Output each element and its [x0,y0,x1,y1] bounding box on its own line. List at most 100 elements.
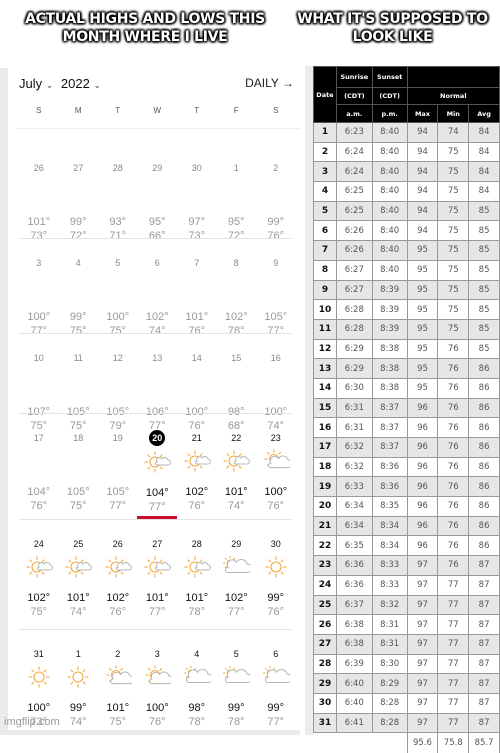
header-blank [406,66,500,88]
calendar-day[interactable]: 17 104° 76° [19,416,59,522]
cell-normal-max: 94 [406,141,439,163]
week-divider [19,333,292,334]
day-number: 21 [191,433,202,443]
calendar-day[interactable]: 14 100° 76° [177,336,217,432]
cell-sunrise: 6:32 [335,437,373,458]
cell-normal-avg: 86 [468,397,500,419]
calendar-day[interactable]: 25 101° 74° [59,522,99,632]
calendar-day[interactable]: 21 102° 76° [177,416,217,522]
high-temp: 100° [27,311,51,323]
calendar-day[interactable]: 3 100° 77° [19,241,59,337]
calendar-day[interactable]: 16 100° 74° [256,336,296,432]
cell-normal-avg: 86 [468,377,500,399]
week-divider [19,629,292,630]
calendar-day[interactable]: 5 100° 75° [98,241,138,337]
cell-date: 10 [313,299,337,320]
cell-sunrise: 6:24 [335,141,373,163]
low-temp: 76° [109,606,127,618]
calendar-day[interactable]: 3 100° 76° [138,632,178,742]
cell-date: 29 [313,673,337,694]
day-number: 30 [191,163,202,173]
week-divider [19,413,292,414]
cell-sunset: 8:29 [371,673,408,694]
calendar-day[interactable]: 19 105° 77° [98,416,138,522]
table-row: 28 6:39 8:30 97 77 87 [313,653,500,675]
weekday-label: W [153,106,162,115]
calendar-day[interactable]: 28 101° 78° [177,522,217,632]
cell-normal-max: 95 [406,240,439,261]
calendar-day[interactable]: 28 93° 71° [98,146,138,242]
calendar-day[interactable]: 6 102° 74° [138,241,178,337]
week-divider [19,238,292,239]
low-temp: 78° [188,606,206,618]
calendar-day-today[interactable]: 20 104° 77° [138,416,178,522]
cell-sunrise: 6:29 [335,338,373,360]
high-temp: 93° [109,216,127,228]
calendar-day[interactable]: 24 102° 75° [19,522,59,632]
cell-sunset: 8:31 [371,614,408,635]
calendar-day[interactable]: 5 99° 78° [217,632,257,742]
day-number: 29 [152,163,163,173]
year-dropdown[interactable]: 2022 ⌄ [61,76,101,91]
cell-date: 15 [313,397,337,419]
table-row: 4 6:25 8:40 94 75 84 [313,181,500,202]
calendar-day[interactable]: 15 98° 68° [217,336,257,432]
cell-normal-avg: 85 [468,259,500,281]
mostly-cloudy-icon [217,664,257,694]
day-number: 7 [194,258,200,268]
high-temp: 105° [66,486,90,498]
cell-sunrise: 6:31 [335,397,373,419]
table-row: 5 6:25 8:40 94 75 85 [313,200,500,222]
day-number: 29 [231,539,242,549]
table-row: 27 6:38 8:31 97 77 87 [313,633,500,655]
calendar-day[interactable]: 26 102° 76° [98,522,138,632]
cell-sunrise: 6:23 [335,122,373,143]
table-row: 7 6:26 8:40 95 75 85 [313,240,500,261]
calendar-day[interactable]: 4 99° 75° [59,241,99,337]
header-sunset: Sunset [371,66,408,88]
calendar-day[interactable]: 1 99° 74° [59,632,99,742]
high-temp: 99° [267,216,285,228]
calendar-day[interactable]: 12 105° 79° [98,336,138,432]
calendar-day[interactable]: 27 101° 77° [138,522,178,632]
table-row: 9 6:27 8:39 95 75 85 [313,279,500,301]
cell-date: 30 [313,692,337,714]
month-dropdown[interactable]: July ⌄ [19,76,53,91]
table-row: 24 6:36 8:33 97 77 87 [313,574,500,596]
calendar-day[interactable]: 2 101° 75° [98,632,138,742]
calendar-day[interactable]: 6 99° 77° [256,632,296,742]
calendar-day[interactable]: 26 101° 73° [19,146,59,242]
calendar-day[interactable]: 22 101° 74° [217,416,257,522]
calendar-day[interactable]: 18 105° 75° [59,416,99,522]
cell-sunset: 8:28 [371,692,408,714]
cell-normal-min: 76 [437,476,470,498]
high-temp: 101° [66,592,90,604]
calendar-day[interactable]: 4 98° 78° [177,632,217,742]
daily-view-button[interactable]: DAILY → [245,76,294,90]
day-number: 1 [233,163,239,173]
cell-normal-max: 96 [406,515,439,537]
calendar-day[interactable]: 29 95° 66° [138,146,178,242]
calendar-day[interactable]: 29 102° 77° [217,522,257,632]
calendar-day[interactable]: 10 107° 75° [19,336,59,432]
high-temp: 100° [264,486,288,498]
weekday-label: F [233,106,239,115]
cell-normal-max: 97 [406,633,439,655]
calendar-day[interactable]: 7 101° 76° [177,241,217,337]
header-min: Min [437,104,470,123]
calendar-day[interactable]: 30 97° 73° [177,146,217,242]
calendar-day[interactable]: 13 106° 77° [138,336,178,432]
calendar-day[interactable]: 23 100° 76° [256,416,296,522]
calendar-day[interactable]: 1 95° 72° [217,146,257,242]
cell-normal-max: 95 [406,338,439,360]
calendar-day[interactable]: 27 99° 72° [59,146,99,242]
calendar-day[interactable]: 11 105° 75° [59,336,99,432]
cell-date: 4 [313,181,337,202]
cell-normal-max: 94 [406,161,439,183]
day-number: 4 [194,649,200,659]
calendar-day[interactable]: 9 105° 77° [256,241,296,337]
calendar-day[interactable]: 2 99° 76° [256,146,296,242]
calendar-day[interactable]: 30 99° 76° [256,522,296,632]
calendar-day[interactable]: 8 102° 78° [217,241,257,337]
cell-normal-max: 97 [406,574,439,596]
